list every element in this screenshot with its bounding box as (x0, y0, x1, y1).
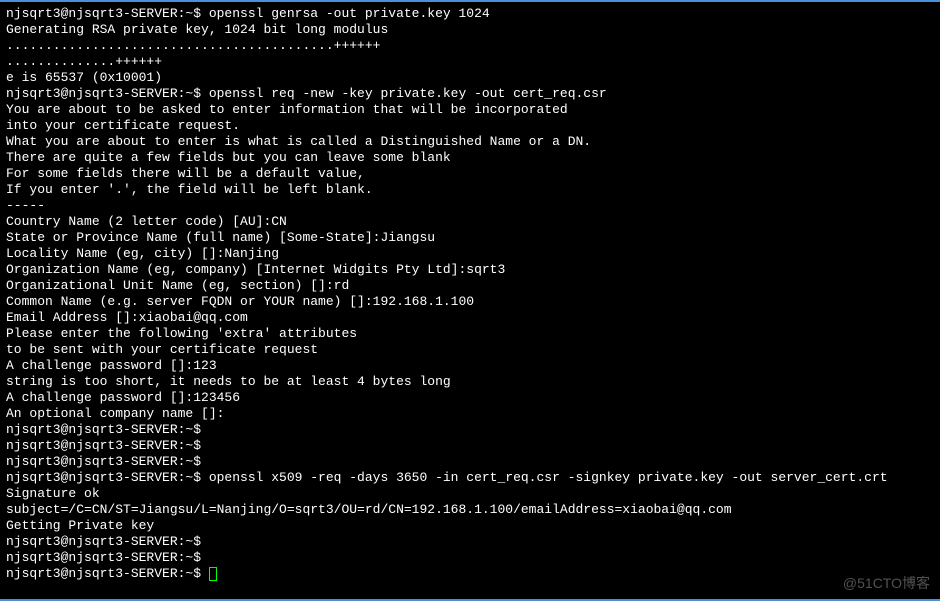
terminal-line: If you enter '.', the field will be left… (6, 182, 934, 198)
cursor-icon (209, 567, 217, 581)
terminal-line: A challenge password []:123 (6, 358, 934, 374)
terminal-line: Organizational Unit Name (eg, section) [… (6, 278, 934, 294)
terminal-line: njsqrt3@njsqrt3-SERVER:~$ openssl x509 -… (6, 470, 934, 486)
terminal-line: Common Name (e.g. server FQDN or YOUR na… (6, 294, 934, 310)
terminal-line: ----- (6, 198, 934, 214)
terminal-line: to be sent with your certificate request (6, 342, 934, 358)
terminal-line: Signature ok (6, 486, 934, 502)
terminal-line: ..............++++++ (6, 54, 934, 70)
terminal-line: Please enter the following 'extra' attri… (6, 326, 934, 342)
terminal-line: njsqrt3@njsqrt3-SERVER:~$ (6, 534, 934, 550)
terminal-line: Email Address []:xiaobai@qq.com (6, 310, 934, 326)
terminal-line: A challenge password []:123456 (6, 390, 934, 406)
terminal-line: njsqrt3@njsqrt3-SERVER:~$ (6, 422, 934, 438)
terminal-line: Generating RSA private key, 1024 bit lon… (6, 22, 934, 38)
terminal-line: njsqrt3@njsqrt3-SERVER:~$ (6, 550, 934, 566)
terminal-line: Getting Private key (6, 518, 934, 534)
terminal-line: Country Name (2 letter code) [AU]:CN (6, 214, 934, 230)
terminal-line: State or Province Name (full name) [Some… (6, 230, 934, 246)
terminal-line: subject=/C=CN/ST=Jiangsu/L=Nanjing/O=sqr… (6, 502, 934, 518)
terminal-line: njsqrt3@njsqrt3-SERVER:~$ (6, 438, 934, 454)
terminal-line: You are about to be asked to enter infor… (6, 102, 934, 118)
terminal-line: What you are about to enter is what is c… (6, 134, 934, 150)
terminal-line: njsqrt3@njsqrt3-SERVER:~$ openssl req -n… (6, 86, 934, 102)
terminal-line: e is 65537 (0x10001) (6, 70, 934, 86)
terminal-line: An optional company name []: (6, 406, 934, 422)
terminal-line: njsqrt3@njsqrt3-SERVER:~$ openssl genrsa… (6, 6, 934, 22)
terminal-line: Locality Name (eg, city) []:Nanjing (6, 246, 934, 262)
terminal-line: ........................................… (6, 38, 934, 54)
prompt-text: njsqrt3@njsqrt3-SERVER:~$ (6, 566, 209, 581)
terminal-line: into your certificate request. (6, 118, 934, 134)
terminal-line: Organization Name (eg, company) [Interne… (6, 262, 934, 278)
terminal-line: For some fields there will be a default … (6, 166, 934, 182)
watermark-text: @51CTO博客 (843, 575, 930, 591)
terminal-line: string is too short, it needs to be at l… (6, 374, 934, 390)
terminal-output[interactable]: njsqrt3@njsqrt3-SERVER:~$ openssl genrsa… (6, 6, 934, 566)
terminal-prompt-active[interactable]: njsqrt3@njsqrt3-SERVER:~$ (6, 566, 934, 582)
terminal-line: There are quite a few fields but you can… (6, 150, 934, 166)
terminal-line: njsqrt3@njsqrt3-SERVER:~$ (6, 454, 934, 470)
